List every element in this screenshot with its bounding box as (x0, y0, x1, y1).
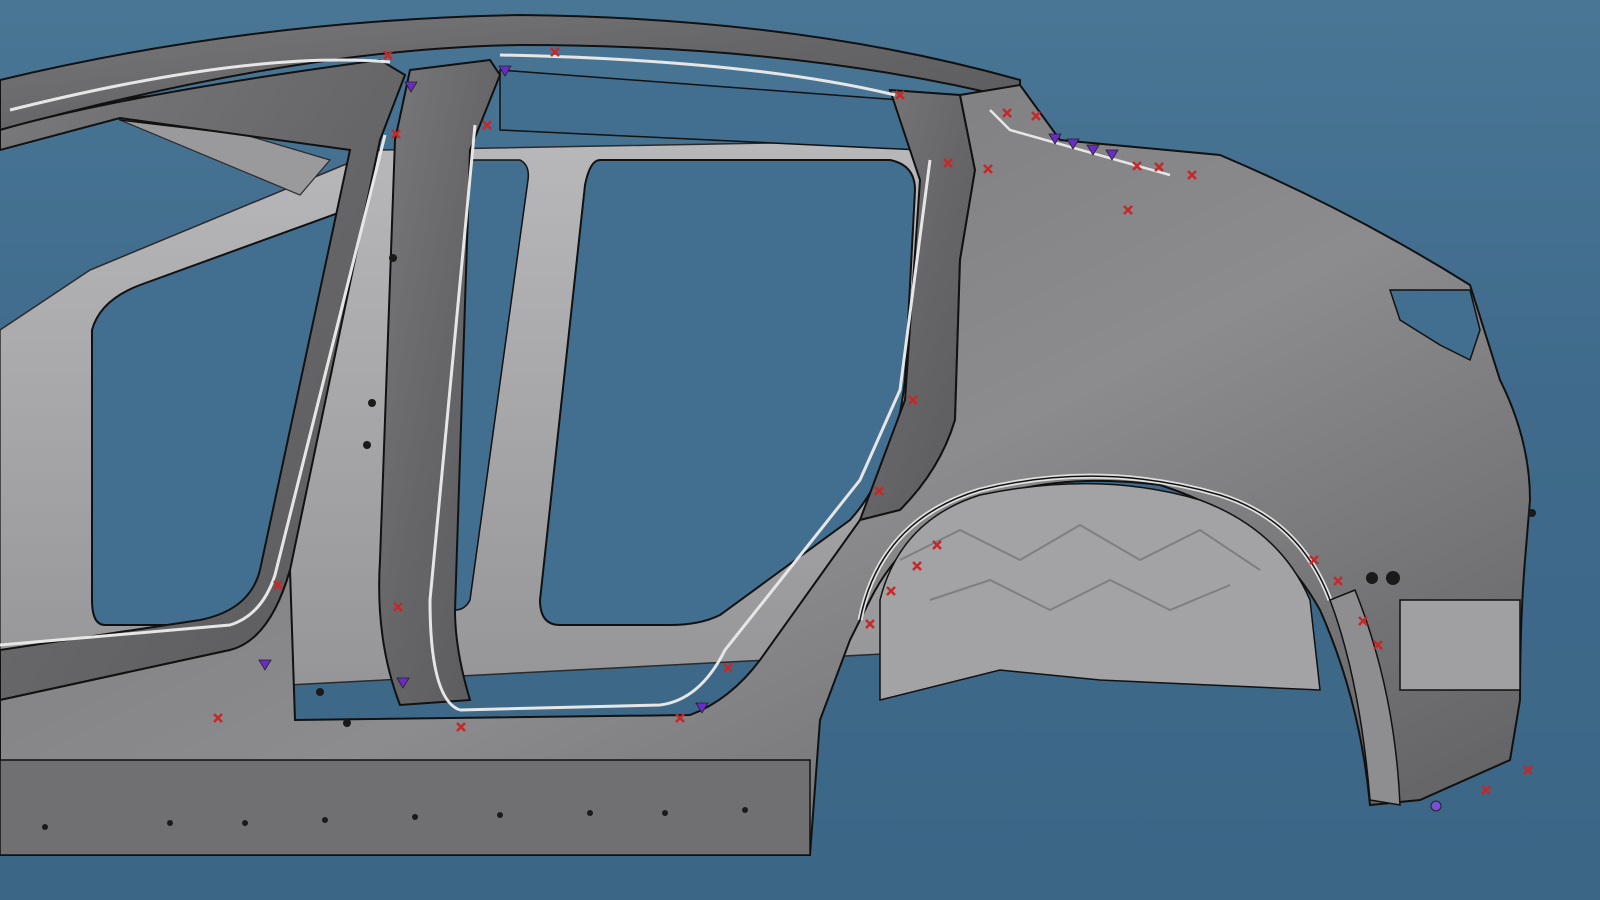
weld-point-marker[interactable] (550, 47, 560, 57)
bumper-recess (1399, 599, 1521, 691)
weld-point-marker[interactable] (482, 120, 492, 130)
weld-point-marker[interactable] (1523, 765, 1533, 775)
weld-point-marker[interactable] (1481, 785, 1491, 795)
reference-points[interactable] (1430, 800, 1442, 812)
weld-point-marker[interactable] (723, 663, 733, 673)
car-body-side-model[interactable] (0, 0, 1600, 900)
cad-viewport[interactable] (0, 0, 1600, 900)
rear-upper-opening (499, 69, 926, 151)
reference-point-marker[interactable] (1430, 800, 1442, 812)
rocker-panel (0, 759, 811, 856)
